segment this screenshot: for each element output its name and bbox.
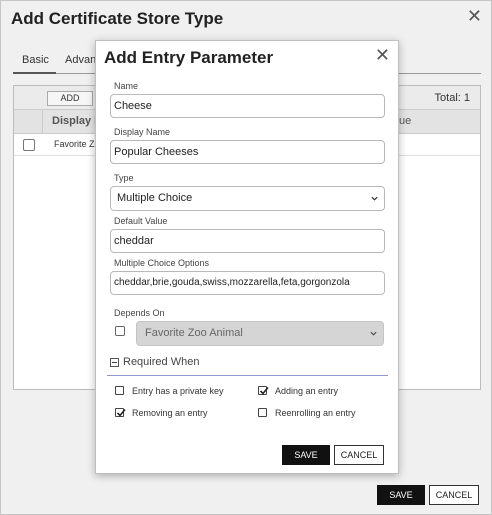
collapse-icon[interactable] — [110, 358, 119, 367]
default-value-input[interactable]: cheddar — [110, 229, 385, 253]
choice-options-label: Multiple Choice Options — [114, 258, 210, 268]
depends-on-selected-value: Favorite Zoo Animal — [145, 327, 243, 339]
required-when-label[interactable]: Required When — [123, 356, 199, 368]
active-tab-indicator — [13, 72, 56, 74]
modal-title: Add Entry Parameter — [104, 48, 274, 67]
reenrolling-entry-checkbox[interactable] — [258, 408, 267, 417]
choice-options-input[interactable]: cheddar,brie,gouda,swiss,mozzarella,feta… — [110, 271, 385, 295]
name-label: Name — [114, 81, 139, 91]
adding-entry-label: Adding an entry — [275, 386, 339, 396]
depends-on-select[interactable]: Favorite Zoo Animal — [136, 321, 384, 346]
tab-basic[interactable]: Basic — [22, 54, 49, 66]
modal-save-button[interactable]: SAVE — [282, 445, 330, 465]
add-entry-parameter-modal: Add Entry Parameter ✕ Name Cheese Displa… — [95, 40, 399, 474]
section-divider — [107, 375, 388, 376]
row-checkbox[interactable] — [23, 139, 35, 151]
removing-entry-label: Removing an entry — [132, 408, 208, 418]
reenrolling-entry-label: Reenrolling an entry — [275, 408, 356, 418]
private-key-label: Entry has a private key — [132, 386, 224, 396]
chevron-down-icon — [370, 331, 377, 336]
removing-entry-checkbox[interactable] — [115, 408, 126, 417]
checkmark-icon — [259, 386, 269, 395]
dialog-title: Add Certificate Store Type — [11, 9, 224, 28]
cancel-button[interactable]: CANCEL — [429, 485, 479, 505]
tab-advanced[interactable]: Advan — [65, 54, 96, 66]
add-button[interactable]: ADD — [47, 91, 93, 106]
private-key-checkbox[interactable] — [115, 386, 124, 395]
column-divider — [42, 110, 43, 134]
close-icon[interactable]: ✕ — [375, 46, 390, 64]
chevron-down-icon — [371, 196, 378, 201]
depends-on-checkbox[interactable] — [115, 326, 125, 336]
row-display-name: Favorite Zo — [54, 139, 100, 149]
close-icon[interactable]: ✕ — [467, 7, 482, 25]
name-input[interactable]: Cheese — [110, 94, 385, 118]
type-label: Type — [114, 173, 134, 183]
adding-entry-checkbox[interactable] — [258, 386, 269, 395]
save-button[interactable]: SAVE — [377, 485, 425, 505]
total-count: Total: 1 — [434, 92, 470, 104]
type-selected-value: Multiple Choice — [117, 192, 193, 204]
default-value-label: Default Value — [114, 216, 168, 226]
column-header-value[interactable]: ue — [399, 115, 411, 127]
display-name-input[interactable]: Popular Cheeses — [110, 140, 385, 164]
display-name-label: Display Name — [114, 127, 171, 137]
modal-cancel-button[interactable]: CANCEL — [334, 445, 384, 465]
checkmark-icon — [116, 408, 126, 417]
type-select[interactable]: Multiple Choice — [110, 186, 385, 211]
depends-on-label: Depends On — [114, 308, 165, 318]
